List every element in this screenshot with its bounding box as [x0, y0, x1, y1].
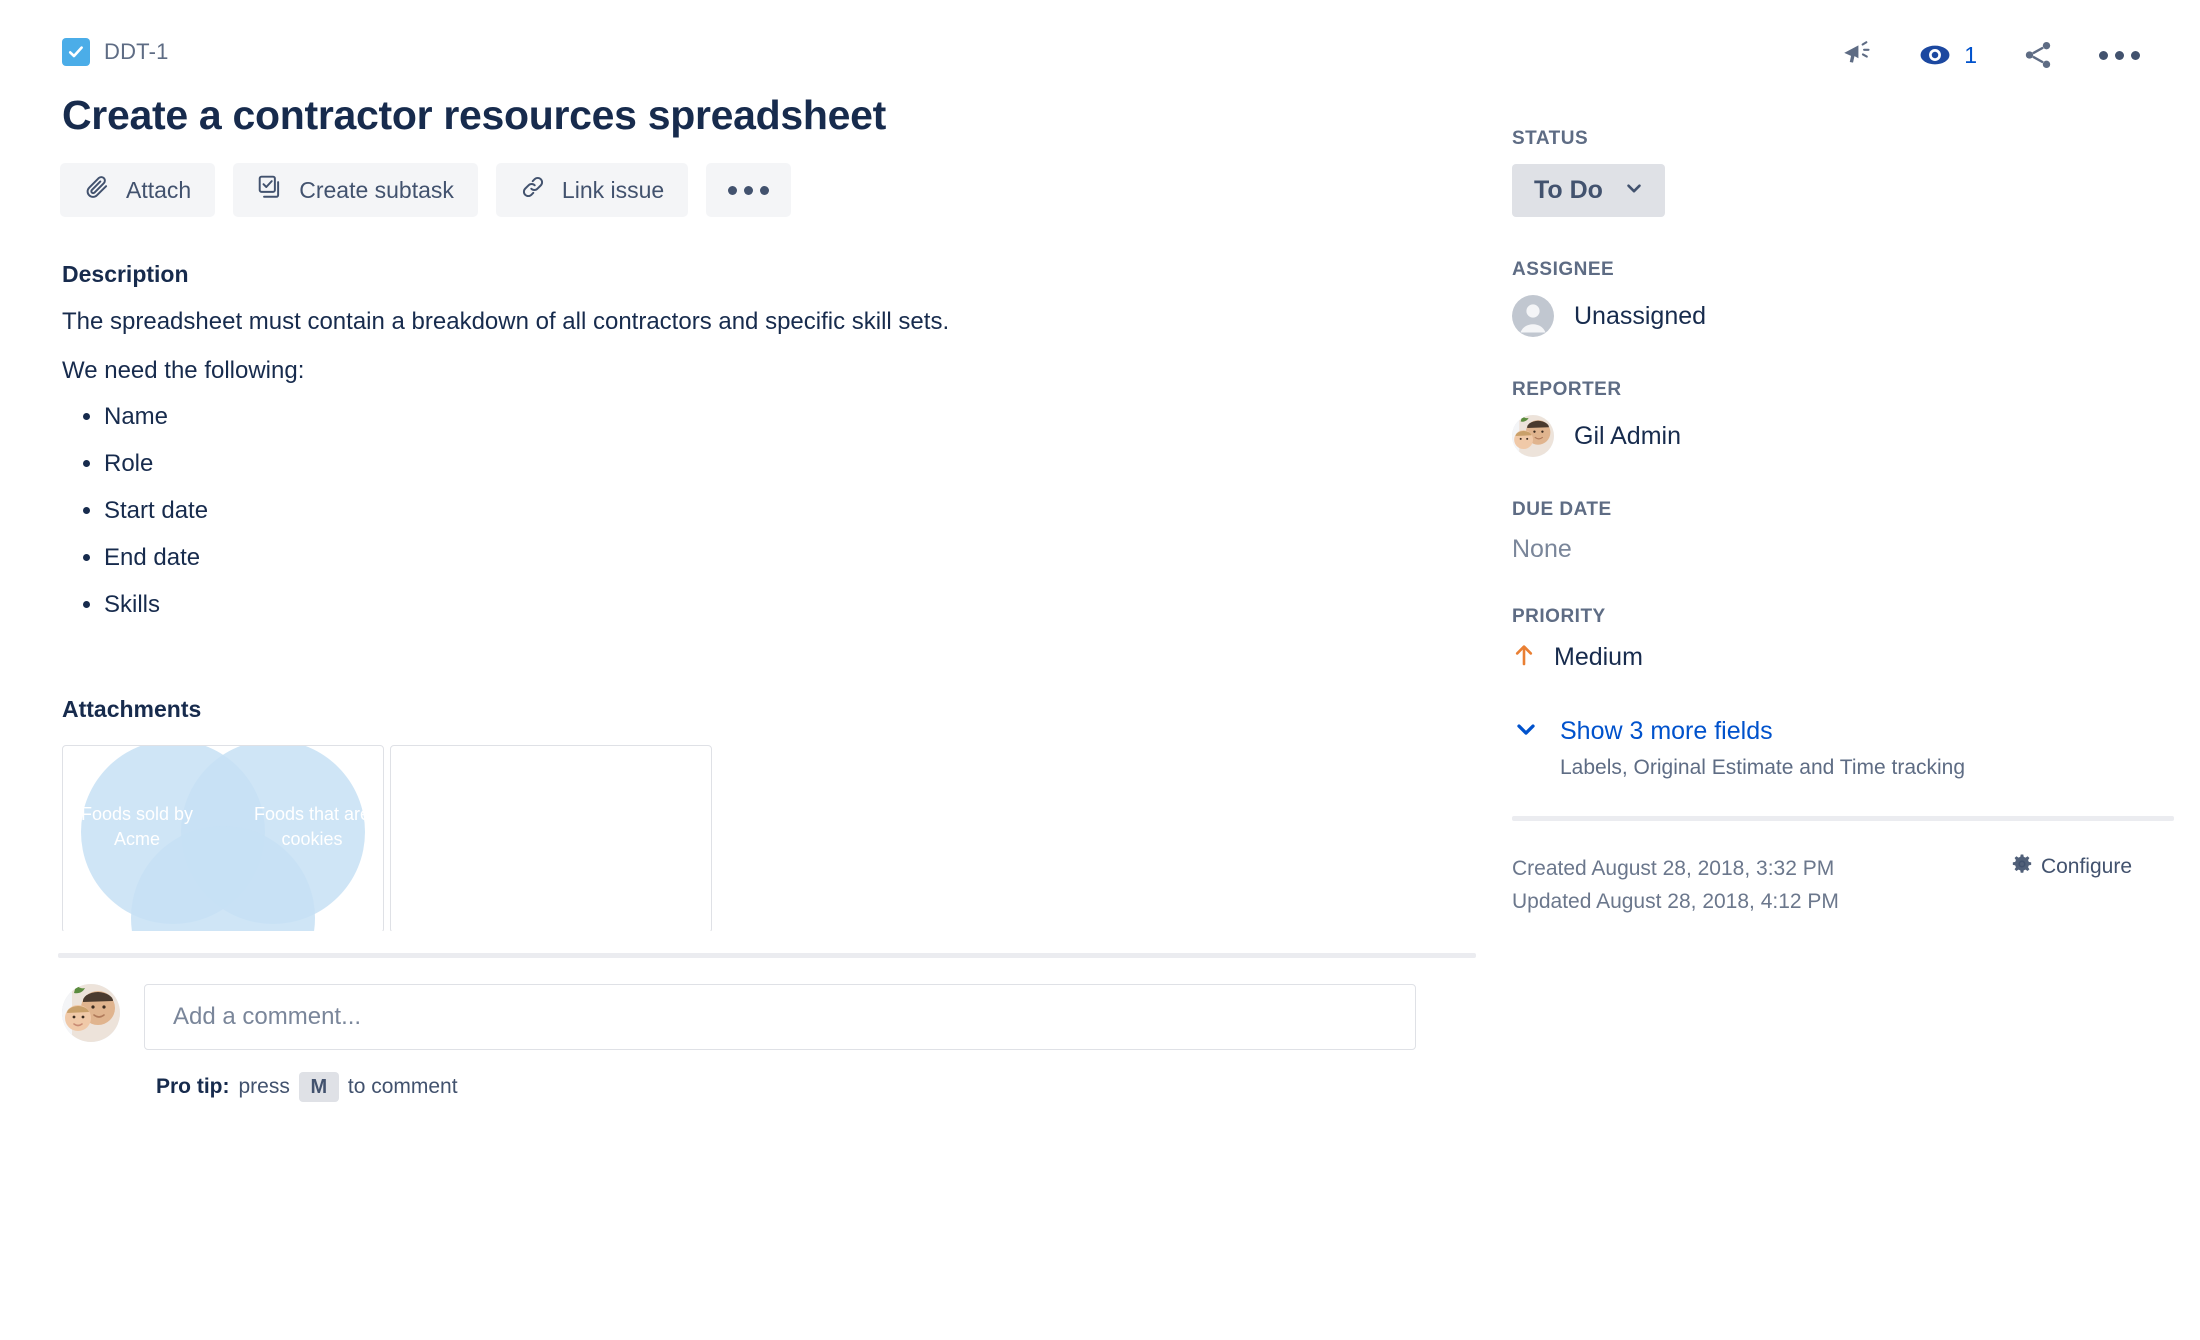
attachments-strip: Foods sold by Acme Foods that are cookie…: [62, 745, 1490, 932]
default-user-avatar: [1512, 295, 1554, 337]
due-date-label: Due date: [1512, 499, 1612, 520]
issue-top-actions: 1: [1840, 38, 2140, 72]
watch-control[interactable]: 1: [1918, 38, 1977, 72]
issue-main-column: DDT-1 Create a contractor resources spre…: [0, 0, 1490, 1340]
gear-icon: [2011, 853, 2033, 881]
assignee-value: Unassigned: [1574, 301, 1707, 330]
updated-timestamp: Updated August 28, 2018, 4:12 PM: [1512, 889, 1839, 913]
reporter-label: Reporter: [1512, 379, 1622, 400]
watch-count: 1: [1964, 41, 1977, 68]
page-title: Create a contractor resources spreadshee…: [62, 92, 887, 138]
created-timestamp: Created August 28, 2018, 3:32 PM: [1512, 857, 1835, 880]
list-item: Start date: [104, 495, 1490, 526]
configure-button[interactable]: Configure: [2011, 853, 2132, 881]
pro-tip-press: press: [238, 1075, 290, 1099]
issue-detail-page: DDT-1 Create a contractor resources spre…: [0, 0, 2200, 1340]
reporter-value: Gil Admin: [1574, 421, 1681, 450]
configure-label: Configure: [2040, 855, 2132, 878]
venn-label-left: Foods sold by Acme: [80, 804, 194, 849]
issue-key[interactable]: DDT-1: [104, 39, 169, 65]
status-label: Status: [1512, 128, 1589, 149]
pro-tip-key-badge: M: [298, 1072, 339, 1103]
venn-label-right: Foods that are cookies: [253, 804, 371, 849]
create-subtask-button[interactable]: Create subtask: [233, 163, 478, 218]
more-ellipsis-icon[interactable]: [2099, 50, 2140, 60]
pro-tip-prefix: Pro tip:: [156, 1075, 230, 1099]
issue-timestamps: Created August 28, 2018, 3:32 PM Updated…: [1512, 853, 1839, 918]
sidebar-fields: Status To Do Assignee: [1490, 0, 2200, 918]
add-comment-input[interactable]: [144, 984, 1416, 1051]
more-actions-button[interactable]: [706, 163, 792, 218]
pro-tip-hint: Pro tip: press M to comment: [156, 1072, 1490, 1103]
priority-value-row[interactable]: Medium: [1512, 642, 2200, 673]
status-badge[interactable]: To Do: [1512, 164, 1665, 217]
link-issue-button[interactable]: Link issue: [495, 163, 689, 218]
attachment-thumbnail-card[interactable]: Foods sold by Acme Foods that are cookie…: [62, 745, 384, 932]
list-item: Role: [104, 448, 1490, 479]
subtask-checkbox-icon: [257, 174, 283, 206]
pro-tip-suffix: to comment: [347, 1075, 458, 1099]
attachments-heading: Attachments: [62, 696, 202, 723]
status-field: Status To Do: [1512, 128, 2200, 217]
reporter-value-row[interactable]: Gil Admin: [1512, 415, 2200, 457]
attach-button-label: Attach: [126, 176, 192, 203]
avatar: [62, 984, 120, 1043]
sidebar-divider: [1512, 816, 2174, 821]
due-date-field: Due date None: [1512, 499, 2200, 564]
description-paragraph: The spreadsheet must contain a breakdown…: [62, 308, 950, 336]
content-divider: [58, 953, 1476, 959]
due-date-value[interactable]: None: [1512, 535, 2200, 564]
assignee-field: Assignee Unassigned: [1512, 259, 2200, 337]
chevron-down-icon: [1623, 177, 1645, 204]
priority-field: Priority Medium: [1512, 606, 2200, 673]
more-ellipsis-icon: [728, 185, 770, 195]
create-subtask-button-label: Create subtask: [299, 176, 454, 203]
list-item: Name: [104, 401, 1490, 432]
chevron-down-icon: [1512, 715, 1540, 748]
show-more-fields-subtext: Labels, Original Estimate and Time track…: [1560, 756, 1966, 779]
list-item: Skills: [104, 589, 1490, 620]
link-chain-icon: [520, 174, 546, 206]
breadcrumb: DDT-1: [0, 0, 1490, 66]
show-more-fields-link: Show 3 more fields: [1560, 717, 1773, 745]
reporter-field: Reporter: [1512, 379, 2200, 457]
task-checkbox-icon: [62, 38, 90, 66]
priority-value: Medium: [1554, 643, 1643, 671]
issue-sidebar: 1 Status To Do: [1490, 0, 2200, 1340]
description-intro: We need the following:: [62, 357, 305, 385]
show-more-fields-toggle[interactable]: Show 3 more fields: [1512, 715, 2200, 748]
status-value: To Do: [1534, 176, 1603, 204]
issue-meta-row: Created August 28, 2018, 3:32 PM Updated…: [1512, 853, 2174, 918]
assignee-value-row[interactable]: Unassigned: [1512, 295, 2200, 337]
issue-action-bar: Attach Create subtask Link issue: [60, 163, 1490, 218]
add-comment-row: [62, 984, 1490, 1051]
attach-button[interactable]: Attach: [60, 163, 216, 218]
priority-medium-arrow-icon: [1512, 642, 1536, 673]
paperclip-icon: [84, 174, 110, 206]
eye-watch-icon[interactable]: [1918, 38, 1952, 72]
list-item: End date: [104, 542, 1490, 573]
link-issue-button-label: Link issue: [561, 176, 665, 203]
megaphone-icon[interactable]: [1840, 38, 1874, 72]
share-icon[interactable]: [2021, 38, 2055, 72]
attachment-thumbnail-card-next[interactable]: [390, 745, 712, 932]
priority-label: Priority: [1512, 606, 1606, 627]
description-heading: Description: [62, 261, 189, 288]
user-photo-avatar: [1512, 415, 1554, 457]
assignee-label: Assignee: [1512, 259, 1615, 280]
description-bullet-list: Name Role Start date End date Skills: [62, 401, 1490, 621]
